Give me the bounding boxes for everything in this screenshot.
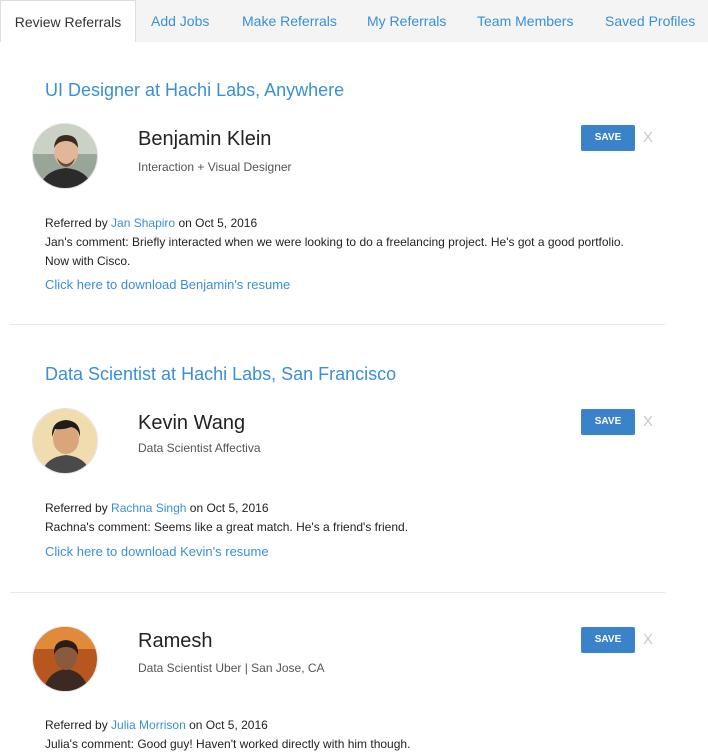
- profile-photo-icon: [33, 627, 97, 691]
- tab-review-referrals[interactable]: Review Referrals: [0, 0, 136, 42]
- divider: [10, 324, 665, 325]
- referral-date: on Oct 5, 2016: [178, 216, 258, 230]
- tab-saved-profiles[interactable]: Saved Profiles: [605, 0, 695, 42]
- avatar: [32, 408, 98, 474]
- avatar: [32, 626, 98, 692]
- job-title-link[interactable]: UI Designer at Hachi Labs, Anywhere: [45, 80, 344, 101]
- referral-date: on Oct 5, 2016: [189, 501, 269, 515]
- referred-by-prefix: Referred by: [45, 501, 108, 515]
- referred-by-line: Referred by Jan Shapiro on Oct 5, 2016: [45, 216, 257, 230]
- referrer-link[interactable]: Julia Morrison: [111, 718, 186, 732]
- tab-bar: Review Referrals Add Jobs Make Referrals…: [0, 0, 708, 42]
- referrer-comment: Jan's comment: Briefly interacted when w…: [45, 235, 624, 268]
- candidate-headline: Data Scientist Affectiva: [138, 441, 261, 455]
- referrer-comment: Julia's comment: Good guy! Haven't worke…: [45, 737, 411, 751]
- referrer-link[interactable]: Rachna Singh: [111, 501, 186, 515]
- download-resume-link[interactable]: Click here to download Benjamin's resume: [45, 277, 290, 292]
- candidate-name: Ramesh: [138, 630, 213, 652]
- avatar: [32, 123, 98, 189]
- tab-my-referrals[interactable]: My Referrals: [367, 0, 446, 42]
- referred-by-line: Referred by Julia Morrison on Oct 5, 201…: [45, 718, 268, 732]
- candidate-name: Benjamin Klein: [138, 128, 272, 150]
- save-button[interactable]: SAVE: [581, 627, 635, 653]
- profile-photo-icon: [33, 409, 97, 473]
- candidate-headline: Interaction + Visual Designer: [138, 160, 292, 174]
- profile-photo-icon: [33, 124, 97, 188]
- job-title-link[interactable]: Data Scientist at Hachi Labs, San Franci…: [45, 364, 396, 385]
- referrer-link[interactable]: Jan Shapiro: [111, 216, 175, 230]
- save-button[interactable]: SAVE: [581, 125, 635, 151]
- tab-team-members[interactable]: Team Members: [477, 0, 573, 42]
- dismiss-button[interactable]: X: [643, 129, 653, 146]
- dismiss-button[interactable]: X: [643, 413, 653, 430]
- download-resume-link[interactable]: Click here to download Kevin's resume: [45, 544, 269, 559]
- tab-add-jobs[interactable]: Add Jobs: [151, 0, 209, 42]
- dismiss-button[interactable]: X: [643, 631, 653, 648]
- candidate-headline: Data Scientist Uber | San Jose, CA: [138, 661, 325, 675]
- referral-date: on Oct 5, 2016: [189, 718, 268, 732]
- tab-make-referrals[interactable]: Make Referrals: [242, 0, 337, 42]
- save-button[interactable]: SAVE: [581, 409, 635, 435]
- referrer-comment: Rachna's comment: Seems like a great mat…: [45, 520, 409, 534]
- referred-by-prefix: Referred by: [45, 718, 108, 732]
- referred-by-prefix: Referred by: [45, 216, 108, 230]
- divider: [10, 592, 665, 593]
- referred-by-line: Referred by Rachna Singh on Oct 5, 2016: [45, 501, 269, 515]
- candidate-name: Kevin Wang: [138, 412, 246, 434]
